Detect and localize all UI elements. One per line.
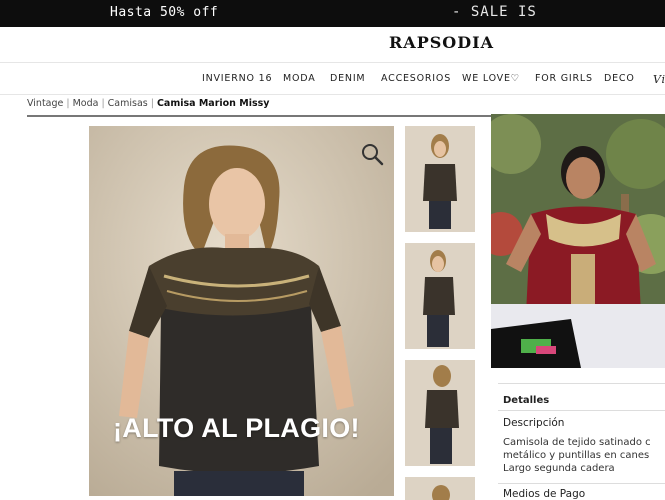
thumbnail[interactable] [405, 477, 475, 500]
nav-item-for-girls[interactable]: FOR GIRLS [535, 73, 593, 84]
nav-item-we-love[interactable]: WE LOVE♡ [462, 73, 520, 84]
payment-methods-title[interactable]: Medios de Pago [503, 488, 585, 500]
details-divider [498, 410, 665, 411]
promo-bar[interactable]: Hasta 50% off - SALE IS [0, 0, 665, 27]
description-line: Largo segunda cadera [503, 463, 615, 474]
description-title: Descripción [503, 417, 565, 429]
promo-right-text: - SALE IS [452, 4, 537, 20]
breadcrumb-separator: | [150, 98, 154, 109]
breadcrumb-current: Camisa Marion Missy [156, 98, 270, 109]
nav-divider [0, 94, 665, 95]
thumbnail[interactable] [405, 360, 475, 466]
search-icon[interactable] [360, 142, 384, 166]
description-line: metálico y puntillas en canes [503, 450, 650, 461]
nav-item-deco[interactable]: DECO [604, 73, 635, 84]
description-line: Camisola de tejido satinado c [503, 437, 651, 448]
brand-logo[interactable]: RAPSODIA [389, 33, 494, 52]
details-divider [498, 383, 665, 384]
nav-item-vi[interactable]: Vi [653, 73, 665, 86]
breadcrumb-separator: | [101, 98, 105, 109]
promo-left-text: Hasta 50% off [110, 5, 219, 20]
artisan-photo [491, 114, 665, 368]
thumbnail[interactable] [405, 126, 475, 232]
breadcrumb-camisas[interactable]: Camisas [108, 98, 148, 109]
header-divider [0, 62, 665, 63]
thumbnail[interactable] [405, 243, 475, 349]
main-nav: INVIERNO 16 MODA DENIM ACCESORIOS WE LOV… [0, 73, 665, 87]
nav-item-moda[interactable]: MODA [283, 73, 316, 84]
details-title[interactable]: Detalles [503, 395, 549, 406]
breadcrumb: Vintage | Moda | Camisas | Camisa Marion Missy [27, 98, 269, 109]
breadcrumb-separator: | [66, 98, 70, 109]
breadcrumb-vintage[interactable]: Vintage [27, 98, 63, 109]
payment-divider [498, 483, 665, 484]
overlay-text: ¡ALTO AL PLAGIO! [113, 413, 360, 443]
breadcrumb-underline [27, 115, 492, 117]
nav-item-accesorios[interactable]: ACCESORIOS [381, 73, 451, 84]
nav-item-invierno[interactable]: INVIERNO 16 [202, 73, 272, 84]
nav-item-denim[interactable]: DENIM [330, 73, 365, 84]
breadcrumb-moda[interactable]: Moda [73, 98, 99, 109]
